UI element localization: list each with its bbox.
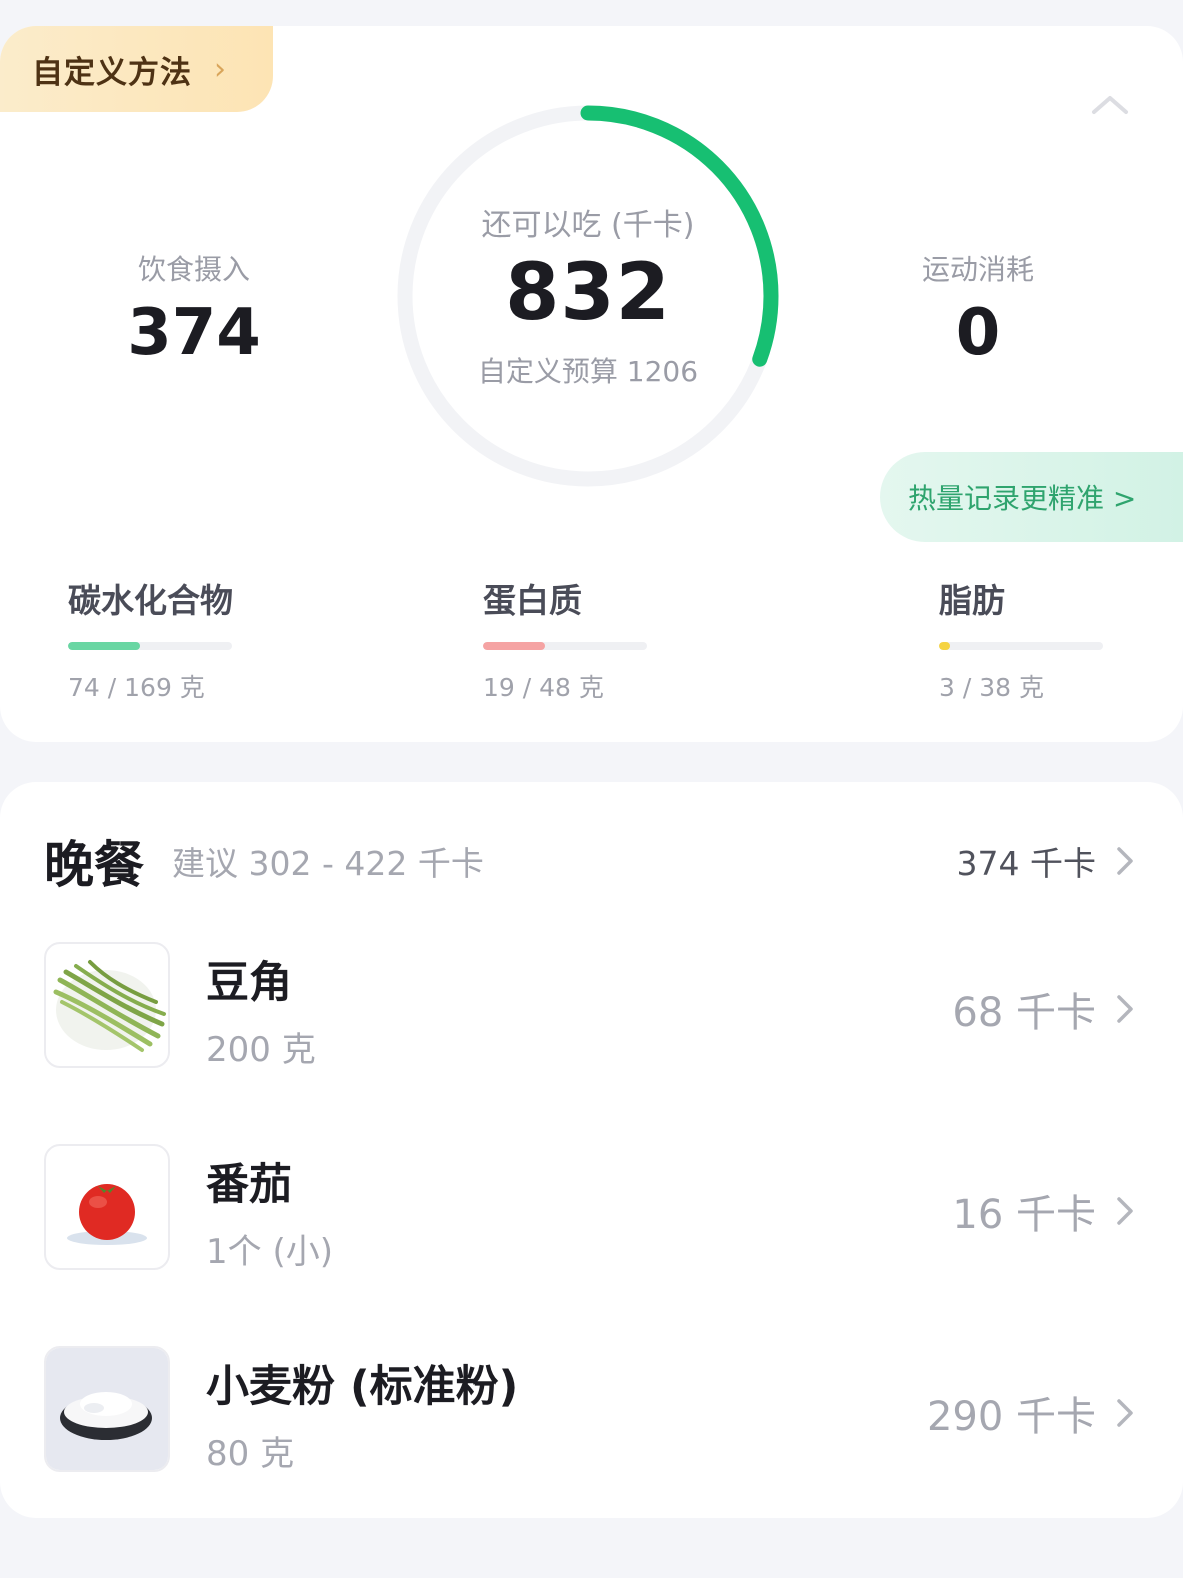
calorie-summary-card: 自定义方法 › 饮食摄入 374 还可以吃 (千卡) 832 自定义预算 120… (0, 26, 1183, 742)
macro-progress-fill (483, 642, 546, 650)
macro-progress-fill (939, 642, 951, 650)
remaining-label: 还可以吃 (千卡) (481, 208, 695, 243)
wheat-flour-image (44, 1346, 170, 1472)
more-accurate-record-button[interactable]: 热量记录更精准 > (880, 452, 1183, 542)
custom-method-label: 自定义方法 (32, 54, 192, 91)
macro-progress-track (68, 642, 232, 650)
remaining-value: 832 (505, 248, 671, 338)
food-name: 番茄 (206, 1160, 292, 1210)
macro-protein: 蛋白质 19 / 48 克 (483, 574, 653, 704)
macro-name: 蛋白质 (483, 581, 582, 620)
remaining-calories-center: 还可以吃 (千卡) 832 自定义预算 1206 (390, 98, 786, 494)
macro-progress-track (483, 642, 647, 650)
food-calories-value: 68 千卡 (952, 990, 1096, 1036)
tomato-image (44, 1144, 170, 1270)
green-beans-image (44, 942, 170, 1068)
food-amount: 80 克 (206, 1434, 295, 1474)
food-item-green-beans[interactable]: 豆角 200 克 68 千卡 (44, 942, 1134, 1070)
food-intake-label: 饮食摄入 (137, 253, 250, 286)
food-calories-value: 290 千卡 (926, 1394, 1096, 1440)
budget-text: 自定义预算 1206 (477, 355, 699, 388)
food-intake-stat: 饮食摄入 374 (64, 248, 324, 370)
food-calories-value: 16 千卡 (952, 1192, 1096, 1238)
meal-title: 晚餐 (44, 836, 144, 894)
food-item-tomato[interactable]: 番茄 1个 (小) 16 千卡 (44, 1144, 1134, 1272)
macro-fat: 脂肪 3 / 38 克 (939, 574, 1109, 704)
macro-amount: 3 / 38 克 (939, 673, 1044, 702)
food-amount: 200 克 (206, 1030, 316, 1070)
chevron-up-icon[interactable] (1090, 90, 1130, 120)
food-name: 豆角 (206, 958, 292, 1008)
food-calories: 68 千卡 (952, 980, 1134, 1038)
macro-amount: 74 / 169 克 (68, 673, 205, 702)
custom-method-button[interactable]: 自定义方法 › (0, 26, 273, 112)
macro-progress-track (939, 642, 1103, 650)
exercise-burn-value: 0 (955, 296, 1001, 370)
food-calories: 290 千卡 (927, 1384, 1134, 1442)
food-item-wheat-flour[interactable]: 小麦粉 (标准粉) 80 克 290 千卡 (44, 1346, 1134, 1474)
chevron-right-icon (1117, 995, 1133, 1023)
meal-total: 374 千卡 (956, 844, 1096, 883)
food-name: 小麦粉 (标准粉) (206, 1362, 519, 1412)
macro-name: 脂肪 (939, 581, 1005, 620)
dinner-header[interactable]: 晚餐 建议 302 - 422 千卡 374 千卡 (44, 826, 1134, 896)
macro-carbohydrate: 碳水化合物 74 / 169 克 (68, 574, 238, 704)
chevron-right-icon (1117, 847, 1133, 875)
chevron-right-icon: › (214, 51, 227, 87)
food-calories: 16 千卡 (952, 1182, 1134, 1240)
chevron-right-icon (1117, 1197, 1133, 1225)
chevron-right-icon (1117, 1399, 1133, 1427)
macro-progress-fill (68, 642, 141, 650)
dinner-card: 晚餐 建议 302 - 422 千卡 374 千卡 豆角 200 克 68 千卡 (0, 782, 1183, 1518)
exercise-burn-stat: 运动消耗 0 (848, 248, 1108, 370)
exercise-burn-label: 运动消耗 (921, 253, 1034, 286)
food-intake-value: 374 (127, 296, 261, 370)
meal-suggestion: 建议 302 - 422 千卡 (172, 844, 484, 883)
macro-amount: 19 / 48 克 (483, 673, 604, 702)
macro-name: 碳水化合物 (68, 581, 233, 620)
food-amount: 1个 (小) (206, 1232, 333, 1272)
